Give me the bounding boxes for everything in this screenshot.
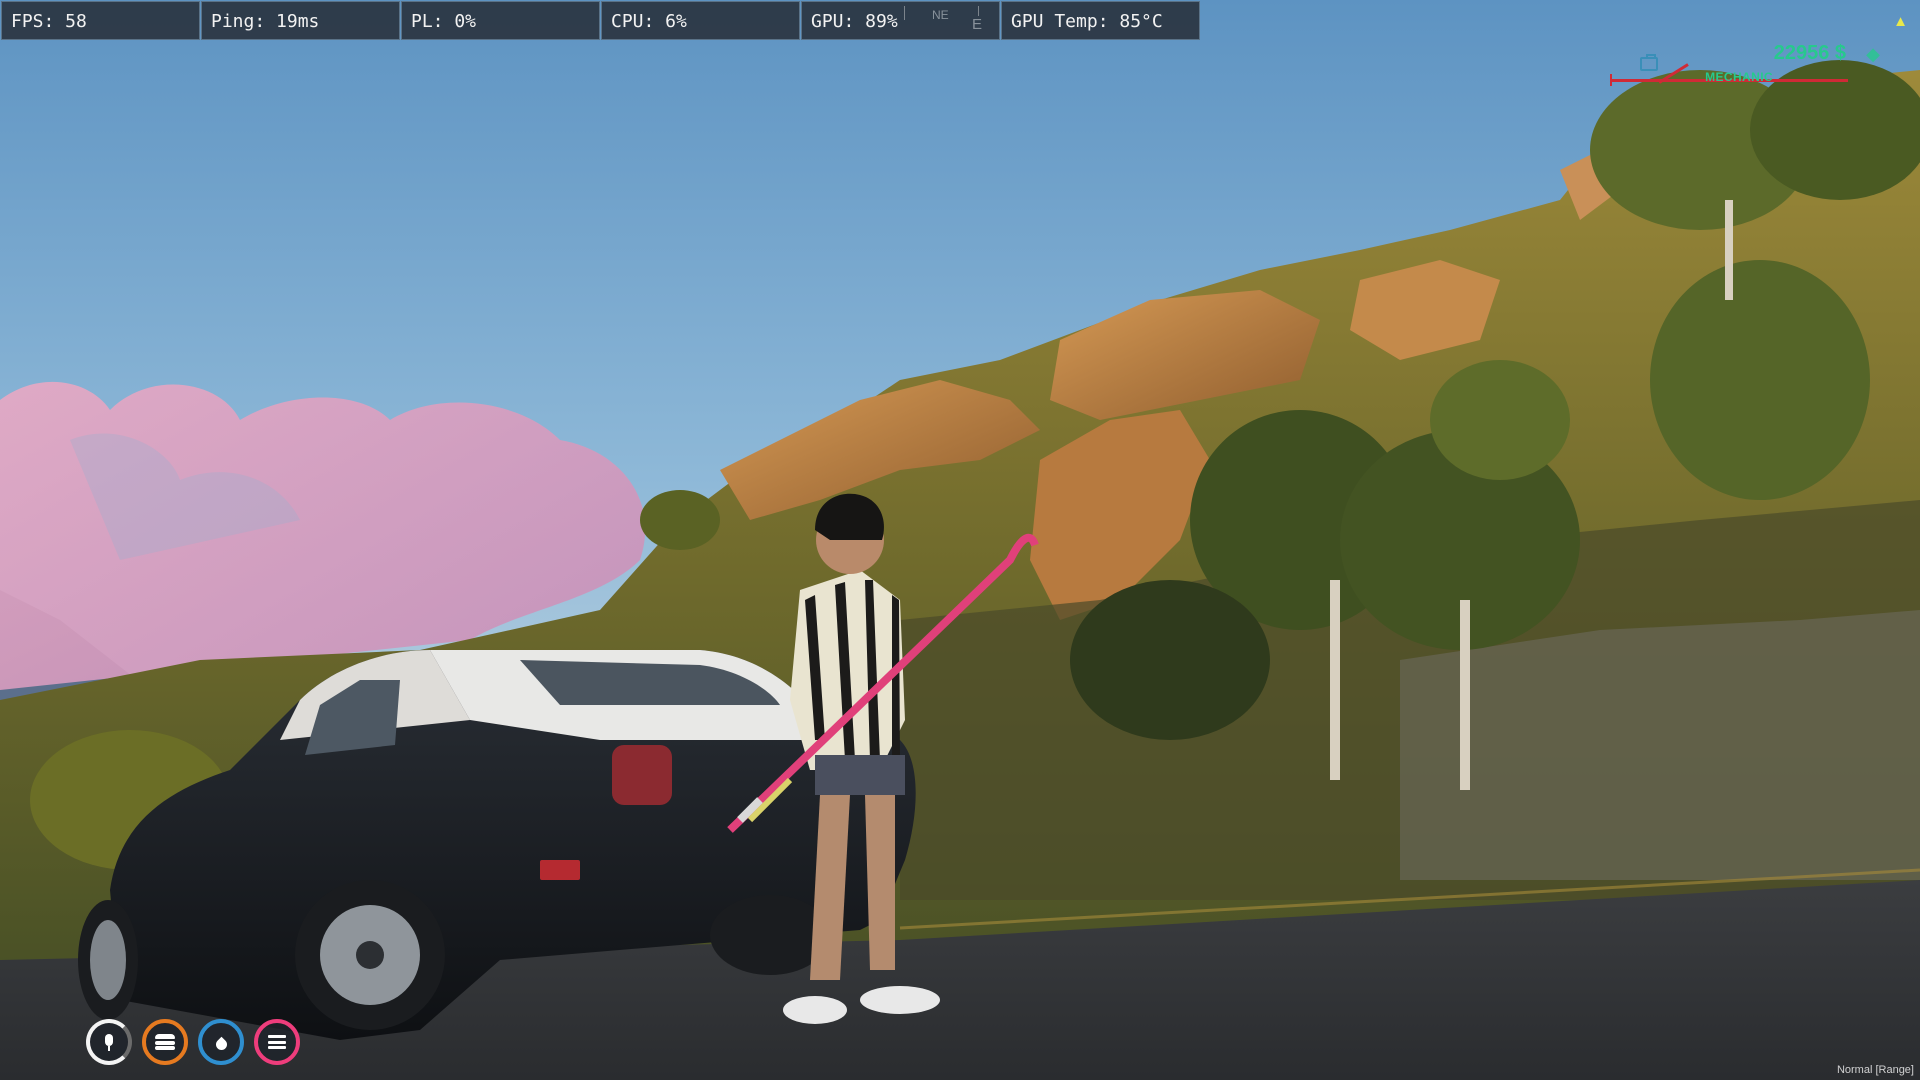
burger-icon [155,1034,175,1050]
voice-range-label: Normal [Range] [1836,1064,1914,1076]
compass: NE E [900,6,1000,34]
game-viewport [0,0,1920,1080]
game-scene-background [0,0,1920,1080]
hunger-status [142,1019,188,1065]
thirst-status [198,1019,244,1065]
compass-tick [904,6,905,20]
fps-readout: FPS: 58 [1,1,200,40]
cash-amount: 22956 $ [1773,42,1846,64]
compass-east-label: E [972,16,983,33]
microphone-icon [104,1034,114,1051]
player-hud: ▲ 22956 $ ◆ MECHANIC [1590,0,1920,110]
performance-overlay: FPS: 58 Ping: 19ms PL: 0% CPU: 6% GPU: 8… [1,1,1201,40]
water-drop-icon [213,1036,229,1052]
status-indicators [86,1019,310,1065]
compass-tick [978,6,979,16]
voice-status [86,1019,132,1065]
wallet-icon: ◆ [1866,44,1880,64]
gpu-temp-readout: GPU Temp: 85°C [1001,1,1200,40]
ping-readout: Ping: 19ms [201,1,400,40]
menu-icon [268,1035,286,1049]
packet-loss-readout: PL: 0% [401,1,600,40]
briefcase-icon [1640,54,1658,71]
job-label: MECHANIC [1705,70,1773,84]
cpu-readout: CPU: 6% [601,1,800,40]
connection-indicator-icon: ▲ [1893,13,1908,30]
stress-status [254,1019,300,1065]
compass-northeast-label: NE [932,8,949,22]
